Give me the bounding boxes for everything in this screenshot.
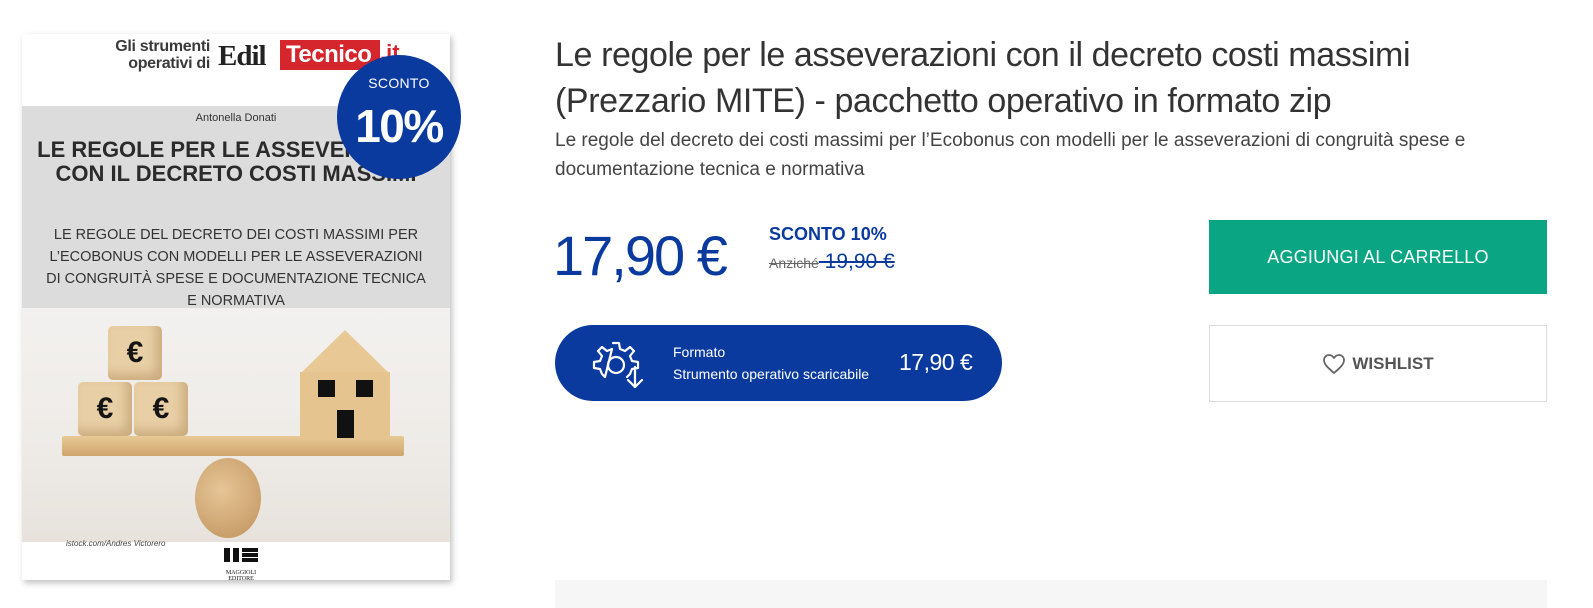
gear-download-icon — [592, 341, 644, 389]
cover-photo-credit: istock.com/Andres Victorero — [66, 539, 166, 548]
format-price: 17,90 € — [899, 349, 973, 375]
original-price-prefix: Anziché — [769, 255, 819, 271]
euro-cube-right: € — [134, 382, 188, 436]
euro-cube-left: € — [78, 382, 132, 436]
format-option-selected[interactable]: Formato Strumento operativo scaricabile … — [555, 325, 1002, 401]
format-type: Strumento operativo scaricabile — [673, 366, 870, 382]
discount-badge-label: SCONTO — [368, 75, 430, 91]
cover-series-label: Gli strumenti operativi di — [115, 38, 210, 72]
section-divider-band — [555, 580, 1547, 608]
cover-logo-edil: Edil — [218, 40, 267, 72]
format-label: Formato — [673, 344, 726, 360]
cover-balance-plank — [62, 436, 404, 456]
discount-badge-value: 10% — [355, 100, 444, 152]
product-price: 17,90 € — [553, 224, 728, 287]
cover-publisher: MAGGIOLI EDITORE — [225, 570, 257, 580]
cover-subtitle: LE REGOLE DEL DECRETO DEI COSTI MASSIMI … — [46, 227, 426, 309]
publisher-logo-icon — [224, 548, 258, 570]
wishlist-label: WISHLIST — [1352, 353, 1434, 373]
original-price-value: 19,90 € — [818, 250, 895, 273]
product-subtitle: Le regole del decreto dei costi massimi … — [555, 130, 1466, 180]
heart-icon — [1323, 353, 1346, 374]
original-price: Anziché 19,90 € — [769, 250, 895, 274]
cover-balance-pivot — [195, 458, 261, 538]
wishlist-button[interactable]: WISHLIST — [1209, 325, 1547, 402]
discount-badge: SCONTO 10% — [337, 55, 461, 179]
discount-label: SCONTO 10% — [769, 224, 887, 244]
product-title: Le regole per le asseverazioni con il de… — [555, 36, 1411, 120]
cover-house-icon — [300, 330, 390, 438]
euro-cube-top: € — [108, 326, 162, 380]
add-to-cart-button[interactable]: AGGIUNGI AL CARRELLO — [1209, 220, 1547, 294]
